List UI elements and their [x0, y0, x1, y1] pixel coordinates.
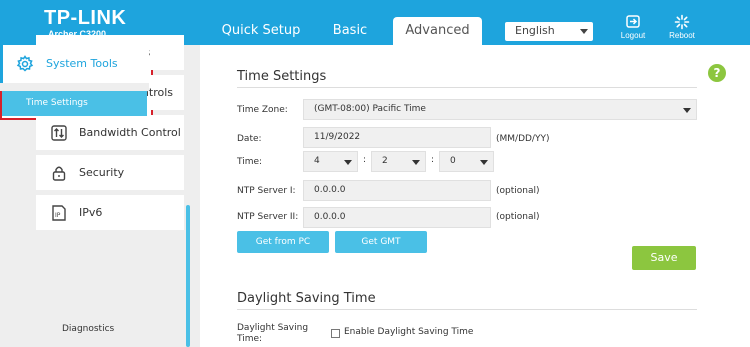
ntp-server-2-field[interactable]: 0.0.0.0 — [303, 207, 491, 228]
timezone-value: (GMT-08:00) Pacific Time — [314, 104, 426, 114]
date-field[interactable]: 11/9/2022 — [303, 127, 491, 148]
get-gmt-button[interactable]: Get GMT — [335, 231, 427, 253]
save-button[interactable]: Save — [632, 246, 696, 270]
sidebar-item-label: IPv6 — [79, 206, 103, 219]
logout-label: Logout — [620, 31, 646, 40]
ntp-server-1-label: NTP Server I: — [237, 186, 296, 196]
second-select[interactable]: 0 — [439, 151, 494, 172]
chevron-down-icon — [480, 160, 488, 165]
ipv6-icon: IP — [50, 204, 68, 222]
timezone-label: Time Zone: — [237, 105, 288, 115]
dst-label: Daylight Saving Time: — [237, 323, 309, 344]
date-label: Date: — [237, 134, 262, 144]
sidebar-item-label: Security — [79, 166, 125, 179]
divider — [237, 87, 697, 88]
ntp-server-2-label: NTP Server II: — [237, 212, 299, 222]
minute-select[interactable]: 2 — [371, 151, 426, 172]
reboot-label: Reboot — [669, 31, 695, 40]
help-icon[interactable]: ? — [708, 64, 726, 82]
hour-value: 4 — [314, 156, 320, 166]
svg-text:IP: IP — [55, 212, 61, 219]
hour-select[interactable]: 4 — [303, 151, 358, 172]
timezone-select[interactable]: (GMT-08:00) Pacific Time — [303, 99, 697, 120]
enable-dst-label: Enable Daylight Saving Time — [344, 327, 474, 337]
divider — [237, 309, 697, 310]
submenu-separator — [0, 83, 149, 91]
sidebar: USB Settings Parental Controls Bandwidth… — [0, 35, 200, 347]
tab-advanced[interactable]: Advanced — [393, 17, 482, 45]
enable-dst-checkbox[interactable] — [331, 329, 340, 338]
sidebar-scrollbar[interactable] — [186, 205, 190, 347]
optional-hint: (optional) — [496, 212, 540, 222]
chevron-down-icon — [344, 160, 352, 165]
sidebar-subitem-diagnostics[interactable]: Diagnostics — [36, 317, 184, 342]
time-separator: : — [363, 155, 367, 165]
tab-basic[interactable]: Basic — [318, 17, 382, 45]
sidebar-item-security[interactable]: Security — [36, 155, 184, 190]
sidebar-item-label: System Tools — [46, 57, 118, 70]
second-value: 0 — [450, 156, 456, 166]
logout-button[interactable]: Logout — [616, 14, 650, 44]
gear-icon — [16, 55, 34, 73]
get-from-pc-button[interactable]: Get from PC — [237, 231, 329, 253]
reboot-button[interactable]: Reboot — [665, 14, 699, 44]
page-title: Time Settings — [237, 69, 327, 84]
chevron-down-icon — [412, 160, 420, 165]
bandwidth-icon — [50, 124, 68, 142]
optional-hint: (optional) — [496, 186, 540, 196]
ntp-server-1-field[interactable]: 0.0.0.0 — [303, 180, 491, 201]
tab-quick-setup[interactable]: Quick Setup — [212, 17, 310, 45]
time-separator: : — [431, 155, 435, 165]
sidebar-item-system-tools[interactable]: System Tools — [0, 45, 149, 83]
main-content: Time Settings ? Time Zone: (GMT-08:00) P… — [200, 45, 750, 347]
language-value: English — [515, 24, 555, 37]
active-indicator — [0, 45, 3, 83]
reboot-icon — [665, 14, 699, 31]
date-format-hint: (MM/DD/YY) — [496, 134, 550, 144]
language-select[interactable]: English — [505, 22, 593, 41]
chevron-down-icon — [683, 108, 691, 113]
tp-link-logo: TP-LINK — [44, 7, 127, 29]
system-tools-group: System Tools Time Settings — [0, 45, 153, 120]
minute-value: 2 — [382, 156, 388, 166]
time-label: Time: — [237, 157, 263, 167]
sidebar-subitem-time-settings[interactable]: Time Settings — [2, 91, 147, 116]
logout-icon — [616, 14, 650, 31]
lock-icon — [50, 164, 68, 182]
sidebar-item-label: Bandwidth Control — [79, 126, 181, 139]
sidebar-item-bandwidth-control[interactable]: Bandwidth Control — [36, 115, 184, 150]
chevron-down-icon — [580, 29, 588, 34]
dst-section-title: Daylight Saving Time — [237, 291, 376, 306]
sidebar-item-ipv6[interactable]: IP IPv6 — [36, 195, 184, 230]
